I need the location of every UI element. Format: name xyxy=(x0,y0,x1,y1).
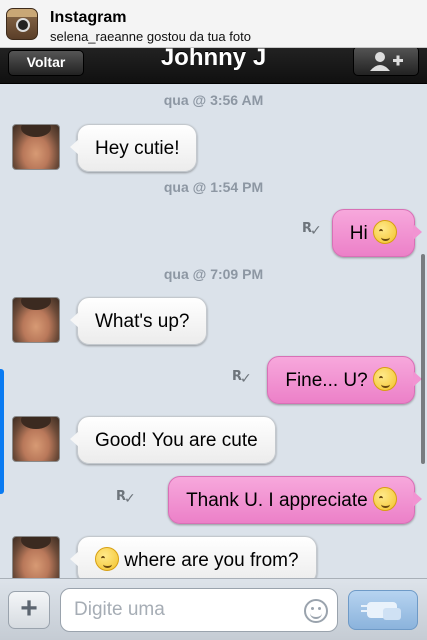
incoming-message-bubble[interactable]: where are you from? xyxy=(70,536,317,578)
send-button[interactable] xyxy=(348,590,418,630)
message-text: What's up? xyxy=(95,311,190,332)
timestamp: qua @ 1:54 PM xyxy=(163,179,264,195)
outgoing-message-bubble[interactable]: Thank U. I appreciate xyxy=(168,476,422,524)
edge-indicator xyxy=(0,369,4,494)
avatar[interactable] xyxy=(12,297,60,343)
message-text: Hi xyxy=(349,223,368,244)
add-contact-button[interactable] xyxy=(353,46,419,76)
instagram-icon xyxy=(6,8,38,40)
notification-message: selena_raeanne gostou da tua foto xyxy=(50,29,251,44)
message-text: Hey cutie! xyxy=(95,138,180,159)
avatar[interactable] xyxy=(12,416,60,462)
incoming-message-bubble[interactable]: Hey cutie! xyxy=(69,124,198,172)
timestamp: qua @ 7:09 PM xyxy=(163,266,264,282)
notification-app-name: Instagram xyxy=(50,9,127,26)
read-receipt-icon: R✓ xyxy=(302,221,322,239)
avatar[interactable] xyxy=(12,124,60,170)
chat-thread[interactable]: qua @ 3:56 AM Hey cutie! qua @ 1:54 PM R… xyxy=(0,84,427,578)
avatar[interactable] xyxy=(12,536,60,578)
message-text: Thank U. I appreciate xyxy=(186,490,368,511)
add-contact-icon xyxy=(370,52,403,71)
back-button[interactable]: Voltar xyxy=(8,50,84,76)
message-text: Fine... U? xyxy=(285,370,368,391)
conversation-title: Johnny J xyxy=(160,44,267,71)
read-receipt-icon: R✓ xyxy=(116,489,136,507)
incoming-message-bubble[interactable]: What's up? xyxy=(69,297,208,345)
timestamp: qua @ 3:56 AM xyxy=(163,92,264,108)
attach-button[interactable]: + xyxy=(8,591,50,629)
blush-emoji-icon xyxy=(373,220,397,244)
blush-emoji-icon xyxy=(373,487,397,511)
incoming-message-bubble[interactable]: Good! You are cute xyxy=(70,416,276,464)
notification-banner[interactable]: Instagram selena_raeanne gostou da tua f… xyxy=(0,0,427,48)
message-input[interactable] xyxy=(60,588,338,632)
outgoing-message-bubble[interactable]: Hi xyxy=(331,209,423,257)
blush-emoji-icon xyxy=(373,367,397,391)
blush-emoji-icon xyxy=(95,547,119,571)
message-input-bar: + xyxy=(0,578,427,640)
message-text: where are you from? xyxy=(124,550,299,571)
message-text: Good! You are cute xyxy=(95,430,258,451)
scrollbar[interactable] xyxy=(421,254,425,464)
read-receipt-icon: R✓ xyxy=(232,369,252,387)
outgoing-message-bubble[interactable]: Fine... U? xyxy=(267,356,422,404)
smiley-icon[interactable] xyxy=(304,599,328,623)
